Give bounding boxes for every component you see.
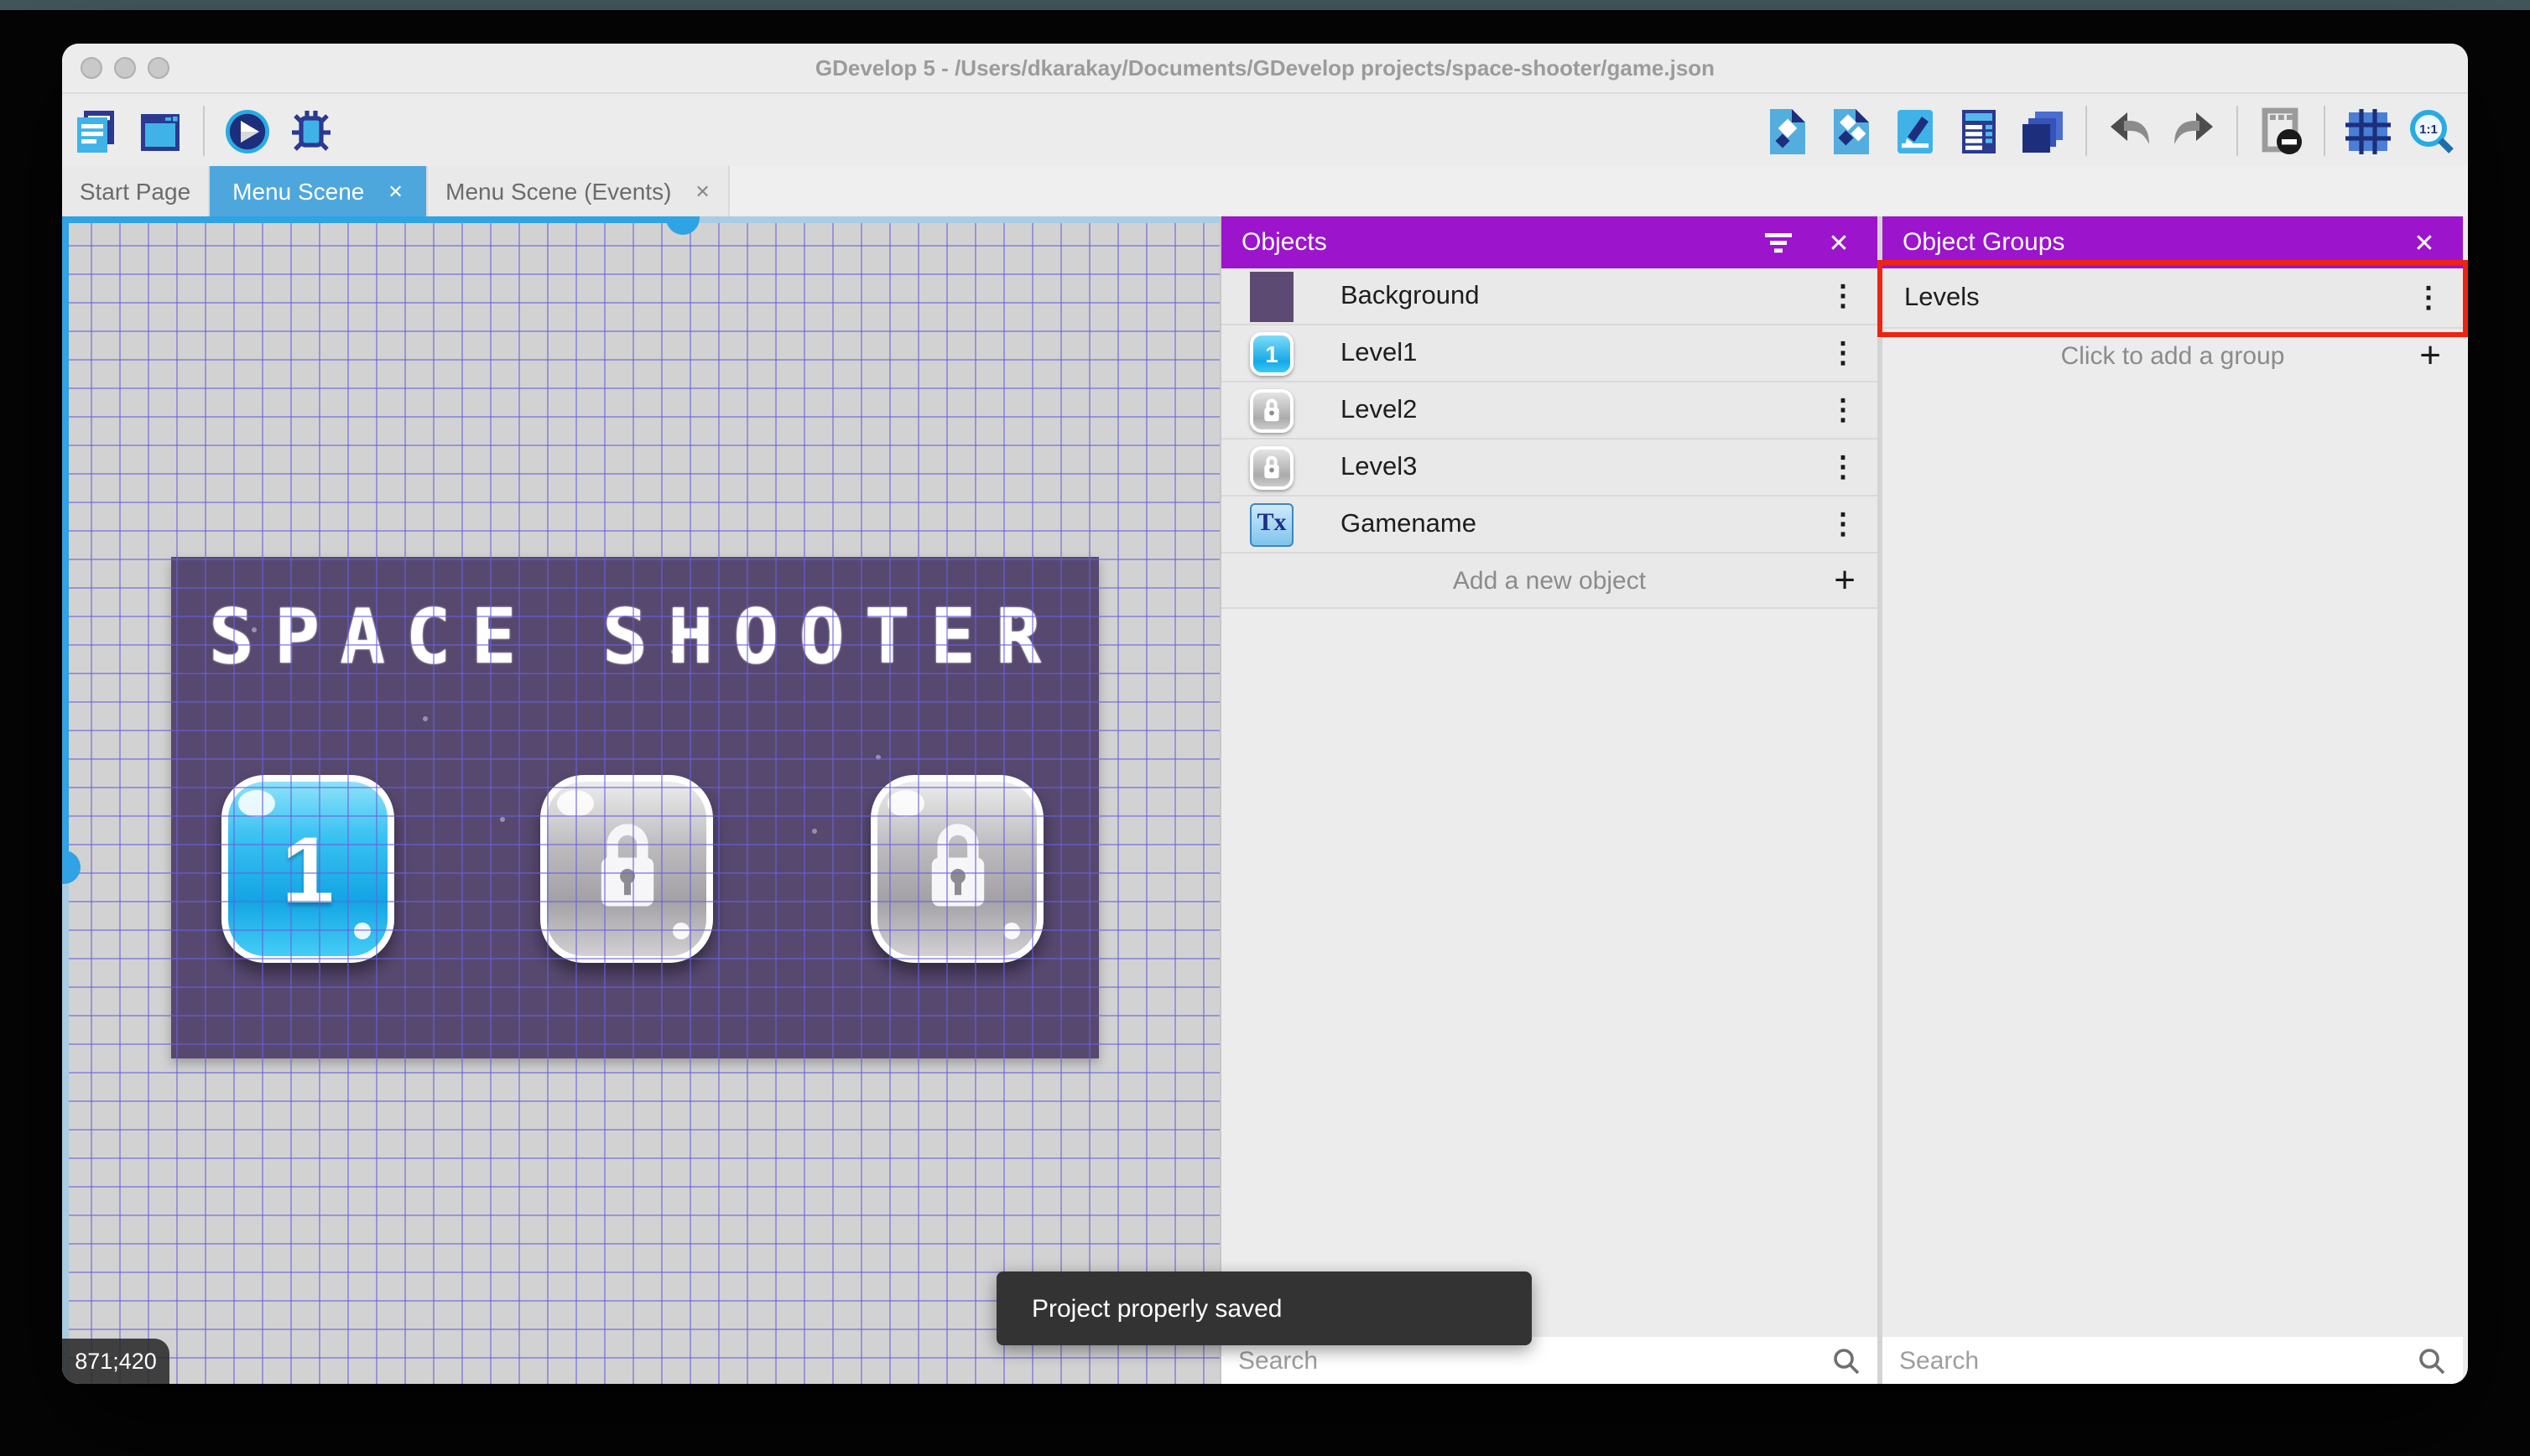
object-menu-icon[interactable]: ⋮ <box>1829 279 1857 313</box>
svg-text:1:1: 1:1 <box>2419 122 2438 136</box>
maximize-window-button[interactable] <box>148 57 169 79</box>
editor-tab-bar: Start Page Menu Scene ✕ Menu Scene (Even… <box>62 166 2468 216</box>
game-title-text: SPACE SHOOTER <box>208 592 1062 681</box>
object-row-level2[interactable]: Level2 ⋮ <box>1221 382 1877 439</box>
instances-list-icon[interactable] <box>1955 107 2003 155</box>
lock-icon <box>600 824 653 907</box>
window-mask-icon[interactable] <box>2257 107 2305 155</box>
open-window-icon[interactable] <box>136 107 185 155</box>
objects-search-input[interactable] <box>1238 1346 1832 1375</box>
layers-editor-icon[interactable] <box>2018 107 2067 155</box>
gdevelop-window: GDevelop 5 - /Users/dkarakay/Documents/G… <box>62 44 2468 1384</box>
toolbar-separator <box>2236 106 2238 156</box>
close-tab-icon[interactable]: ✕ <box>695 180 710 202</box>
add-object-row[interactable]: Add a new object + <box>1221 554 1877 609</box>
object-menu-icon[interactable]: ⋮ <box>1829 507 1857 541</box>
scene-background-object[interactable]: SPACE SHOOTER 1 <box>171 557 1099 1058</box>
toolbar-separator <box>2324 106 2325 156</box>
level1-button[interactable]: 1 <box>221 775 394 963</box>
toolbar-separator <box>203 106 205 156</box>
close-tab-icon[interactable]: ✕ <box>388 180 403 202</box>
group-row-levels[interactable]: Levels ⋮ <box>1882 268 2463 329</box>
group-menu-icon[interactable]: ⋮ <box>2414 281 2443 315</box>
object-groups-editor-icon[interactable] <box>1827 107 1876 155</box>
object-row-level1[interactable]: 1 Level1 ⋮ <box>1221 325 1877 382</box>
scene-properties-icon[interactable] <box>1891 107 1939 155</box>
plus-icon: + <box>2419 334 2441 376</box>
objects-panel-header: Objects ✕ <box>1221 216 1877 268</box>
scene-editor-canvas[interactable]: SPACE SHOOTER 1 871;420 <box>62 216 1220 1384</box>
objects-panel: Objects ✕ Background ⋮ 1 Level1 ⋮ Level2… <box>1220 216 1877 1384</box>
zoom-1-1-icon[interactable]: 1:1 <box>2408 107 2456 155</box>
lock-icon <box>1264 398 1279 422</box>
tab-menu-scene-events[interactable]: Menu Scene (Events) ✕ <box>428 166 730 216</box>
title-bar: GDevelop 5 - /Users/dkarakay/Documents/G… <box>62 44 2468 94</box>
window-title: GDevelop 5 - /Users/dkarakay/Documents/G… <box>815 55 1715 81</box>
screenshot-root: GDevelop 5 - /Users/dkarakay/Documents/G… <box>0 0 2530 1456</box>
objects-panel-empty-area <box>1221 609 1877 1337</box>
object-groups-panel: Object Groups ✕ Levels ⋮ Click to add a … <box>1882 216 2463 1384</box>
objects-editor-icon[interactable] <box>1763 107 1812 155</box>
lock-icon <box>930 824 984 907</box>
level3-button-locked[interactable] <box>871 775 1044 963</box>
level3-object-thumbnail <box>1250 445 1294 489</box>
close-panel-icon[interactable]: ✕ <box>2406 224 2443 261</box>
object-menu-icon[interactable]: ⋮ <box>1829 393 1857 427</box>
plus-icon: + <box>1834 559 1856 601</box>
groups-search-bar <box>1882 1337 2463 1384</box>
object-menu-icon[interactable]: ⋮ <box>1829 336 1857 370</box>
debug-icon[interactable] <box>287 107 336 155</box>
groups-panel-empty-area <box>1882 382 2463 1337</box>
horizontal-scroll-thumb[interactable] <box>666 216 700 235</box>
filter-icon[interactable] <box>1760 224 1797 261</box>
lock-icon <box>1264 455 1279 479</box>
close-panel-icon[interactable]: ✕ <box>1820 224 1857 261</box>
grid-icon[interactable] <box>2344 107 2392 155</box>
level2-button-locked[interactable] <box>540 775 713 963</box>
undo-icon[interactable] <box>2106 107 2154 155</box>
tab-menu-scene[interactable]: Menu Scene ✕ <box>210 166 428 216</box>
search-icon <box>1834 1348 1860 1374</box>
desktop-background-strip <box>0 0 2530 10</box>
level1-object-thumbnail: 1 <box>1250 331 1294 375</box>
object-menu-icon[interactable]: ⋮ <box>1829 450 1857 484</box>
object-row-gamename[interactable]: Tx Gamename ⋮ <box>1221 497 1877 554</box>
object-row-level3[interactable]: Level3 ⋮ <box>1221 439 1877 497</box>
toolbar-separator <box>2085 106 2087 156</box>
objects-panel-title: Objects <box>1242 228 1327 257</box>
text-object-thumbnail: Tx <box>1250 502 1294 546</box>
vertical-scroll-thumb[interactable] <box>62 850 81 884</box>
main-toolbar: 1:1 <box>62 94 2468 166</box>
close-window-button[interactable] <box>81 57 102 79</box>
background-object-thumbnail <box>1250 271 1294 321</box>
groups-search-input[interactable] <box>1899 1346 2418 1375</box>
cursor-coordinates-badge: 871;420 <box>62 1339 169 1384</box>
canvas-vertical-scrollbar[interactable] <box>62 216 81 1384</box>
object-row-background[interactable]: Background ⋮ <box>1221 268 1877 325</box>
project-manager-icon[interactable] <box>72 107 121 155</box>
toast-message: Project properly saved <box>1032 1294 1283 1323</box>
search-icon <box>2419 1348 2445 1374</box>
save-toast: Project properly saved <box>997 1271 1532 1345</box>
object-groups-panel-title: Object Groups <box>1903 228 2065 257</box>
canvas-horizontal-scrollbar[interactable] <box>62 216 1220 235</box>
level2-object-thumbnail <box>1250 388 1294 432</box>
tab-bar-filler <box>730 166 2468 216</box>
minimize-window-button[interactable] <box>114 57 136 79</box>
redo-icon[interactable] <box>2169 107 2218 155</box>
object-groups-panel-header: Object Groups ✕ <box>1882 216 2463 268</box>
add-group-row[interactable]: Click to add a group + <box>1882 329 2463 382</box>
play-preview-icon[interactable] <box>223 107 272 155</box>
tab-start-page[interactable]: Start Page <box>62 166 210 216</box>
